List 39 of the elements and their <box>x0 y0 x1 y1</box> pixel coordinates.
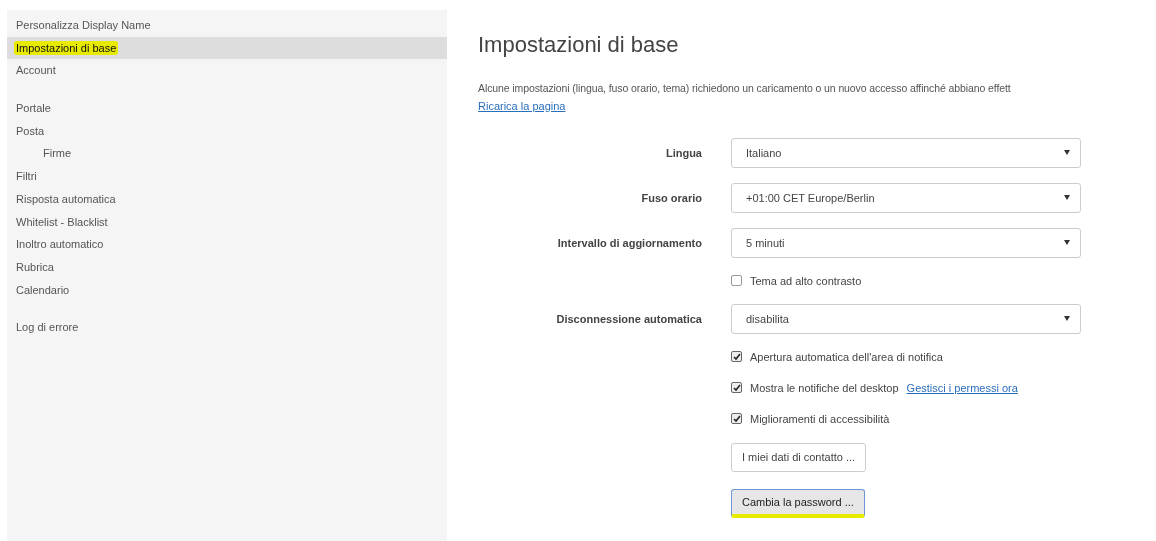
checkbox-label: Miglioramenti di accessibilità <box>750 412 890 425</box>
caret-icon <box>1064 195 1070 200</box>
page-title: Impostazioni di base <box>478 32 679 58</box>
caret-icon <box>1064 316 1070 321</box>
caret-icon <box>1064 240 1070 245</box>
field-label: Intervallo di aggiornamento <box>556 236 702 249</box>
sidebar-item[interactable]: Posta <box>7 119 447 143</box>
reload-link[interactable]: Ricarica la pagina <box>478 100 566 112</box>
dropdown[interactable]: disabilita <box>731 303 1081 334</box>
sidebar-item[interactable]: Whitelist - Blacklist <box>7 210 447 234</box>
sidebar-item[interactable]: Impostazioni di base <box>7 36 447 60</box>
sidebar-item[interactable]: Log di errore <box>7 316 447 339</box>
sidebar-item[interactable]: Filtri <box>7 165 447 188</box>
field-label: Fuso orario <box>640 191 702 204</box>
sidebar-item[interactable]: Risposta automatica <box>7 187 447 211</box>
sidebar-item[interactable]: Portale <box>7 97 447 120</box>
dropdown[interactable]: 5 minuti <box>731 227 1081 258</box>
checkbox-label: Tema ad alto contrasto <box>750 274 862 287</box>
sidebar-item[interactable]: Firme <box>7 142 447 166</box>
sidebar-item[interactable]: Inoltro automatico <box>7 233 447 256</box>
checkbox[interactable] <box>731 382 742 393</box>
sidebar-item[interactable]: Account <box>7 59 447 83</box>
sidebar-item[interactable]: Calendario <box>7 278 447 302</box>
checkbox[interactable] <box>731 413 742 424</box>
permissions-link[interactable]: Gestisci i permessi ora <box>906 381 1018 394</box>
sidebar-item[interactable]: Rubrica <box>7 255 447 279</box>
dropdown[interactable]: +01:00 CET Europe/Berlin <box>731 182 1081 213</box>
action-button[interactable]: Cambia la password ... <box>731 488 865 518</box>
dropdown[interactable]: Italiano <box>731 137 1081 168</box>
checkbox-label: Apertura automatica dell'area di notifica <box>750 350 943 363</box>
caret-icon <box>1064 150 1070 155</box>
action-button[interactable]: I miei dati di contatto ... <box>731 442 867 472</box>
sidebar-item[interactable]: Personalizza Display Name <box>7 14 447 37</box>
checkbox[interactable] <box>731 275 742 286</box>
field-label: Disconnessione automatica <box>555 312 702 325</box>
field-label: Lingua <box>664 146 702 159</box>
checkbox-label: Mostra le notifiche del desktop <box>750 381 899 394</box>
notice-text: Alcune impostazioni (lingua, fuso orario, tema) richiedono un caricamento o un nuovo accesso affinché abbiano effett <box>478 82 1011 94</box>
checkbox[interactable] <box>731 351 742 362</box>
